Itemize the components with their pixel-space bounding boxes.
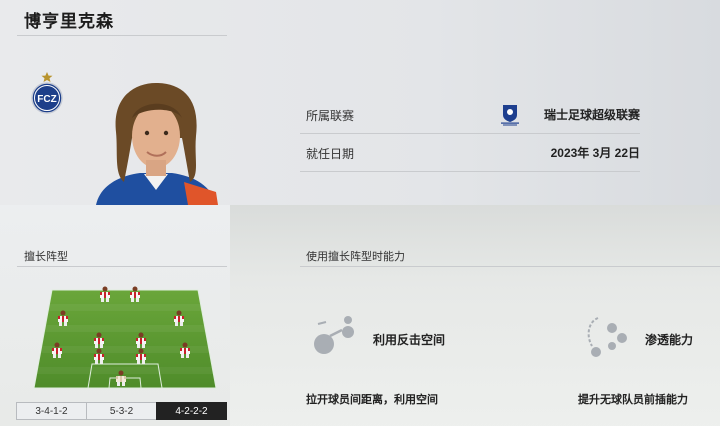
ability-description: 拉开球员间距离，利用空间 [306, 394, 438, 406]
formation-pitch [30, 284, 220, 394]
player-marker [100, 286, 110, 302]
ability-name: 渗透能力 [645, 333, 694, 347]
player-marker [180, 342, 190, 358]
formation-tab-3-4-1-2[interactable]: 3-4-1-2 [16, 402, 87, 420]
join-date-label: 就任日期 [306, 147, 355, 161]
formation-tabs: 3-4-1-2 5-3-2 4-2-2-2 [16, 402, 227, 420]
coach-portrait [96, 82, 218, 205]
league-row: 所属联赛 瑞士足球超级联赛 [300, 95, 640, 134]
coach-name: 博亨里克森 [24, 12, 114, 31]
player-marker [94, 332, 104, 348]
penetration-icon [587, 317, 627, 357]
player-marker [94, 348, 104, 364]
league-value: 瑞士足球超级联赛 [543, 108, 640, 122]
divider [17, 35, 227, 36]
player-marker [136, 332, 146, 348]
club-logo-icon: FCZ [31, 72, 63, 114]
formation-tab-4-2-2-2[interactable]: 4-2-2-2 [156, 402, 227, 420]
ability-name: 利用反击空间 [373, 333, 446, 347]
league-label: 所属联赛 [306, 109, 355, 123]
goalkeeper-marker [116, 370, 126, 386]
club-logo-text: FCZ [37, 94, 56, 105]
ability-section-title: 使用擅长阵型时能力 [306, 251, 405, 263]
join-date-row: 就任日期 2023年 3月 22日 [300, 133, 640, 172]
counter-space-icon [314, 316, 354, 354]
divider [300, 266, 720, 267]
player-marker [130, 286, 140, 302]
divider [17, 266, 227, 267]
player-marker [58, 310, 68, 326]
league-logo-icon [501, 105, 519, 126]
join-date-value: 2023年 3月 22日 [550, 146, 640, 160]
ability-description: 提升无球队员前插能力 [578, 394, 688, 406]
player-marker [52, 342, 62, 358]
formation-section-title: 擅长阵型 [24, 251, 68, 263]
player-marker [136, 348, 146, 364]
player-marker [174, 310, 184, 326]
formation-tab-5-3-2[interactable]: 5-3-2 [86, 402, 157, 420]
